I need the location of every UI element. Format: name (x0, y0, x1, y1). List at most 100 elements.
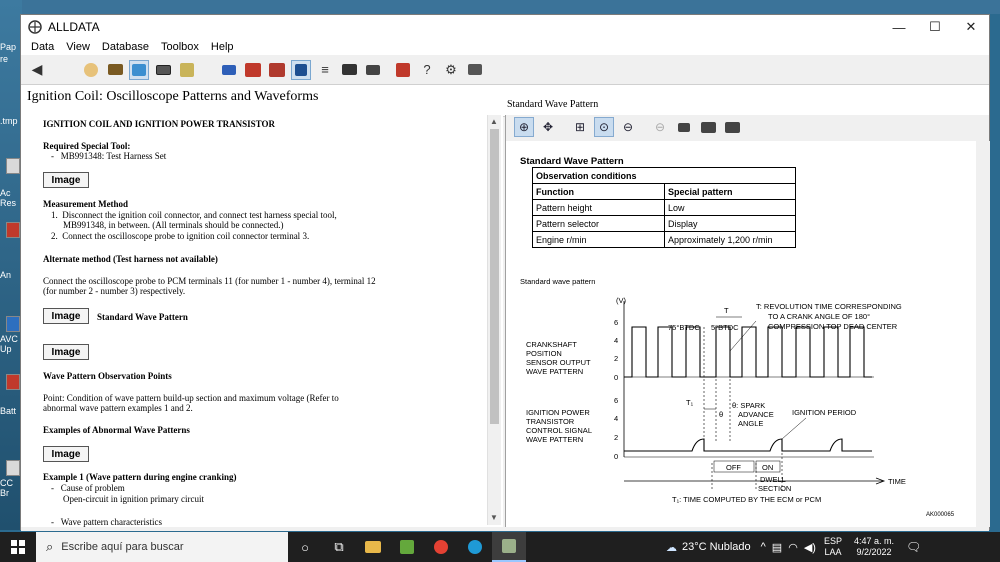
system-tray[interactable]: ^ ▤ ◠ ◀) (761, 541, 816, 554)
diagnostic-icon[interactable] (177, 60, 197, 80)
print-icon[interactable] (674, 117, 694, 137)
taskbar-search[interactable]: ⌕ Escribe aquí para buscar (36, 532, 288, 562)
zoom-in-icon[interactable]: ⊕ (514, 117, 534, 137)
pan-icon[interactable]: ✥ (538, 117, 558, 137)
camera-icon[interactable] (339, 60, 359, 80)
standard-wave-link[interactable]: Standard Wave Pattern (97, 312, 188, 322)
desktop-icon[interactable] (6, 158, 20, 174)
search-placeholder: Escribe aquí para buscar (61, 541, 184, 553)
image-canvas: Standard Wave Pattern Observation condit… (506, 141, 976, 527)
window-title: ALLDATA (48, 20, 100, 34)
spark-label: θ: SPARK (732, 401, 765, 410)
required-tool-heading: Required Special Tool: (43, 141, 131, 151)
language-indicator[interactable]: ESP LAA (824, 536, 842, 558)
car-icon[interactable] (267, 60, 287, 80)
weather-widget[interactable]: ☁ 23°C Nublado (666, 541, 751, 554)
alldata-taskbar-icon[interactable] (492, 532, 526, 562)
network-icon[interactable]: ▤ (772, 541, 782, 554)
page-title: Ignition Coil: Oscilloscope Patterns and… (27, 89, 319, 104)
table-cell: Pattern height (532, 199, 665, 216)
image-button-1[interactable]: Image (43, 172, 89, 188)
image-next-icon[interactable] (722, 117, 742, 137)
clock[interactable]: 4:47 a. m. 9/2/2022 (854, 536, 894, 558)
index-icon[interactable] (291, 59, 311, 80)
ign-label: TRANSISTOR (526, 417, 575, 426)
leader-line (781, 417, 807, 440)
image-button-3[interactable]: Image (43, 344, 89, 360)
theta-label: θ (719, 410, 723, 419)
back-button[interactable]: ◀ (27, 60, 47, 80)
volume-icon[interactable]: ◀) (804, 541, 816, 554)
off-label: OFF (726, 463, 741, 472)
settings-icon[interactable]: ⚙ (441, 60, 461, 80)
image-button-2[interactable]: Image (43, 308, 89, 324)
scrollbar-thumb[interactable] (490, 129, 499, 424)
menu-help[interactable]: Help (205, 41, 240, 53)
scroll-up-arrow[interactable]: ▲ (490, 117, 498, 126)
windows-icon (11, 540, 25, 554)
document-pane: IGNITION COIL AND IGNITION POWER TRANSIS… (21, 115, 503, 527)
menu-view[interactable]: View (60, 41, 96, 53)
desktop-icon[interactable] (6, 316, 20, 332)
alldata-window: ALLDATA — ☐ ✕ Data View Database Toolbox… (20, 14, 990, 531)
printer-icon[interactable] (465, 60, 485, 80)
tsb-icon[interactable] (219, 60, 239, 80)
edge-icon[interactable] (458, 532, 492, 562)
y-tick: 0 (614, 373, 618, 382)
table-cell: Approximately 1,200 r/min (664, 231, 796, 248)
zoom-area-icon[interactable]: ⊞ (570, 117, 590, 137)
minimize-button[interactable]: — (881, 15, 917, 39)
chevron-up-icon[interactable]: ^ (761, 541, 766, 553)
file-explorer-icon[interactable] (356, 532, 390, 562)
table-header: Observation conditions (532, 167, 796, 184)
image-prev-icon[interactable] (698, 117, 718, 137)
wifi-icon[interactable]: ◠ (788, 541, 798, 554)
new-car-icon[interactable] (243, 60, 263, 80)
menu-toolbox[interactable]: Toolbox (155, 41, 205, 53)
maximize-button[interactable]: ☐ (917, 15, 953, 39)
help-icon[interactable]: ? (417, 60, 437, 80)
scroll-down-arrow[interactable]: ▼ (490, 513, 498, 522)
desktop-icon[interactable] (6, 222, 20, 238)
viewer-toolbar: ⊕ ✥ ⊞ ⊙ ⊖ ⊖ (506, 115, 989, 139)
task-view-icon[interactable]: ⧉ (322, 532, 356, 562)
zoom-fit-icon[interactable]: ⊙ (594, 117, 614, 137)
list-icon[interactable]: ≡ (315, 60, 335, 80)
bookmark-icon[interactable] (393, 60, 413, 80)
menu-bar: Data View Database Toolbox Help (21, 39, 989, 55)
zoom-out-icon[interactable]: ⊖ (618, 117, 638, 137)
cortana-icon[interactable]: ○ (288, 532, 322, 562)
image-viewer-pane: ⊕ ✥ ⊞ ⊙ ⊖ ⊖ Standard Wave Pattern Observ… (505, 115, 990, 527)
title-bar[interactable]: ALLDATA — ☐ ✕ (21, 15, 989, 39)
crank-label: POSITION (526, 349, 562, 358)
document-scrollbar[interactable]: ▲ ▼ (487, 115, 501, 525)
scan-tool-icon[interactable] (129, 59, 149, 80)
customer-icon[interactable] (81, 60, 101, 80)
excel-icon[interactable] (390, 532, 424, 562)
menu-database[interactable]: Database (96, 41, 155, 53)
desktop-label: CC (0, 478, 13, 488)
time-label: TIME (888, 477, 906, 486)
component-icon[interactable] (153, 60, 173, 80)
print-icon[interactable] (363, 60, 383, 80)
viewer-scrollbar[interactable] (976, 141, 990, 527)
observation-point-text-cont: abnormal wave pattern examples 1 and 2. (43, 403, 193, 413)
chrome-icon[interactable] (424, 532, 458, 562)
crank-waveform (624, 326, 872, 378)
close-button[interactable]: ✕ (953, 15, 989, 39)
folder-icon[interactable] (105, 60, 125, 80)
y-tick: 6 (614, 396, 618, 405)
crank-label: WAVE PATTERN (526, 367, 583, 376)
t-note: T: REVOLUTION TIME CORRESPONDING (756, 302, 902, 311)
alternate-method-text: Connect the oscilloscope probe to PCM te… (43, 276, 376, 286)
image-button-4[interactable]: Image (43, 446, 89, 462)
menu-data[interactable]: Data (25, 41, 60, 53)
desktop-icon[interactable] (6, 460, 20, 476)
start-button[interactable] (0, 532, 36, 562)
desktop-icon[interactable] (6, 374, 20, 390)
t1-label: T₁ (686, 398, 694, 407)
measurement-step-2-text: Connect the oscilloscope probe to igniti… (62, 231, 310, 241)
image-pane-label: Standard Wave Pattern (507, 99, 599, 110)
notification-icon[interactable]: 🗨 (906, 540, 921, 554)
measurement-heading: Measurement Method (43, 199, 129, 209)
